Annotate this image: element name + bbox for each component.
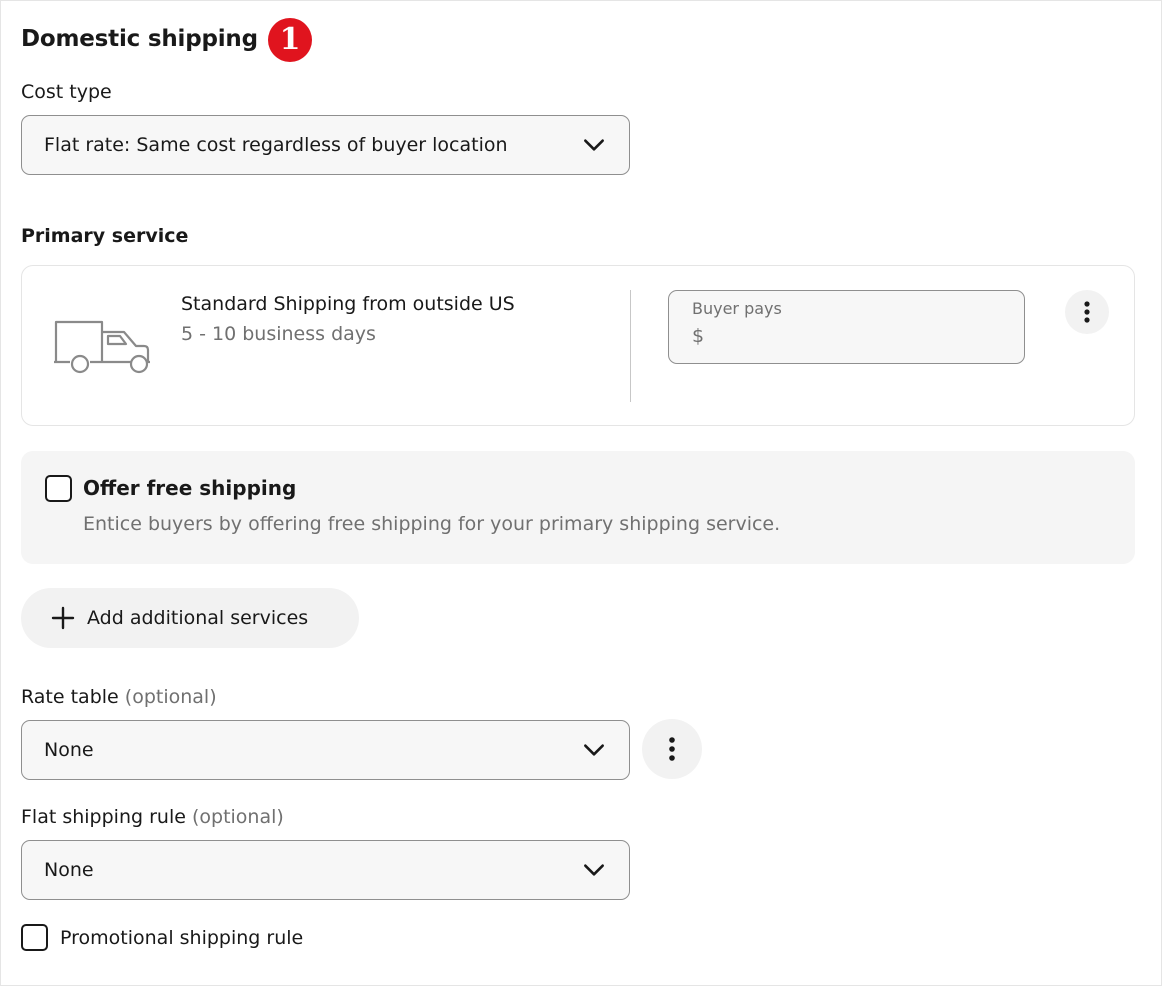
rate-table-optional: (optional): [124, 686, 217, 708]
rate-table-label-text: Rate table: [21, 686, 119, 708]
chevron-down-icon: [584, 139, 604, 151]
service-divider: [630, 290, 631, 402]
more-vertical-icon: [1084, 301, 1090, 323]
free-shipping-panel: Offer free shipping Entice buyers by off…: [21, 451, 1135, 564]
more-vertical-icon: [669, 737, 675, 761]
rate-table-more-button[interactable]: [642, 719, 702, 779]
buyer-pays-field[interactable]: Buyer pays $: [668, 290, 1025, 364]
currency-symbol: $: [692, 325, 705, 347]
free-shipping-label: Offer free shipping: [83, 476, 297, 500]
flat-rule-label-text: Flat shipping rule: [21, 806, 186, 828]
service-delivery-time: 5 - 10 business days: [181, 323, 376, 345]
free-shipping-description: Entice buyers by offering free shipping …: [83, 513, 781, 535]
flat-rule-value: None: [44, 859, 94, 881]
service-name: Standard Shipping from outside US: [181, 293, 515, 315]
chevron-down-icon: [584, 864, 604, 876]
buyer-pays-input[interactable]: [713, 323, 1003, 351]
free-shipping-checkbox[interactable]: [45, 475, 72, 502]
add-services-label: Add additional services: [87, 607, 309, 629]
plus-icon: [51, 606, 75, 630]
flat-rule-select[interactable]: None: [21, 840, 630, 900]
primary-service-label: Primary service: [21, 225, 189, 247]
cost-type-select[interactable]: Flat rate: Same cost regardless of buyer…: [21, 115, 630, 175]
primary-service-card: Standard Shipping from outside US 5 - 10…: [21, 265, 1135, 426]
buyer-pays-placeholder: Buyer pays: [692, 299, 782, 318]
step-badge: 1: [268, 18, 312, 62]
rate-table-select[interactable]: None: [21, 720, 630, 780]
flat-rule-label: Flat shipping rule (optional): [21, 804, 284, 830]
rate-table-label: Rate table (optional): [21, 684, 217, 710]
section-title: Domestic shipping: [21, 26, 258, 52]
add-additional-services-button[interactable]: Add additional services: [21, 588, 359, 648]
rate-table-value: None: [44, 739, 94, 761]
chevron-down-icon: [584, 744, 604, 756]
promo-rule-label: Promotional shipping rule: [60, 927, 304, 949]
flat-rule-optional: (optional): [191, 806, 284, 828]
cost-type-label: Cost type: [21, 81, 112, 103]
promo-rule-checkbox[interactable]: [21, 924, 48, 951]
cost-type-value: Flat rate: Same cost regardless of buyer…: [44, 134, 508, 156]
truck-icon: [54, 320, 150, 374]
service-more-button[interactable]: [1065, 290, 1109, 334]
